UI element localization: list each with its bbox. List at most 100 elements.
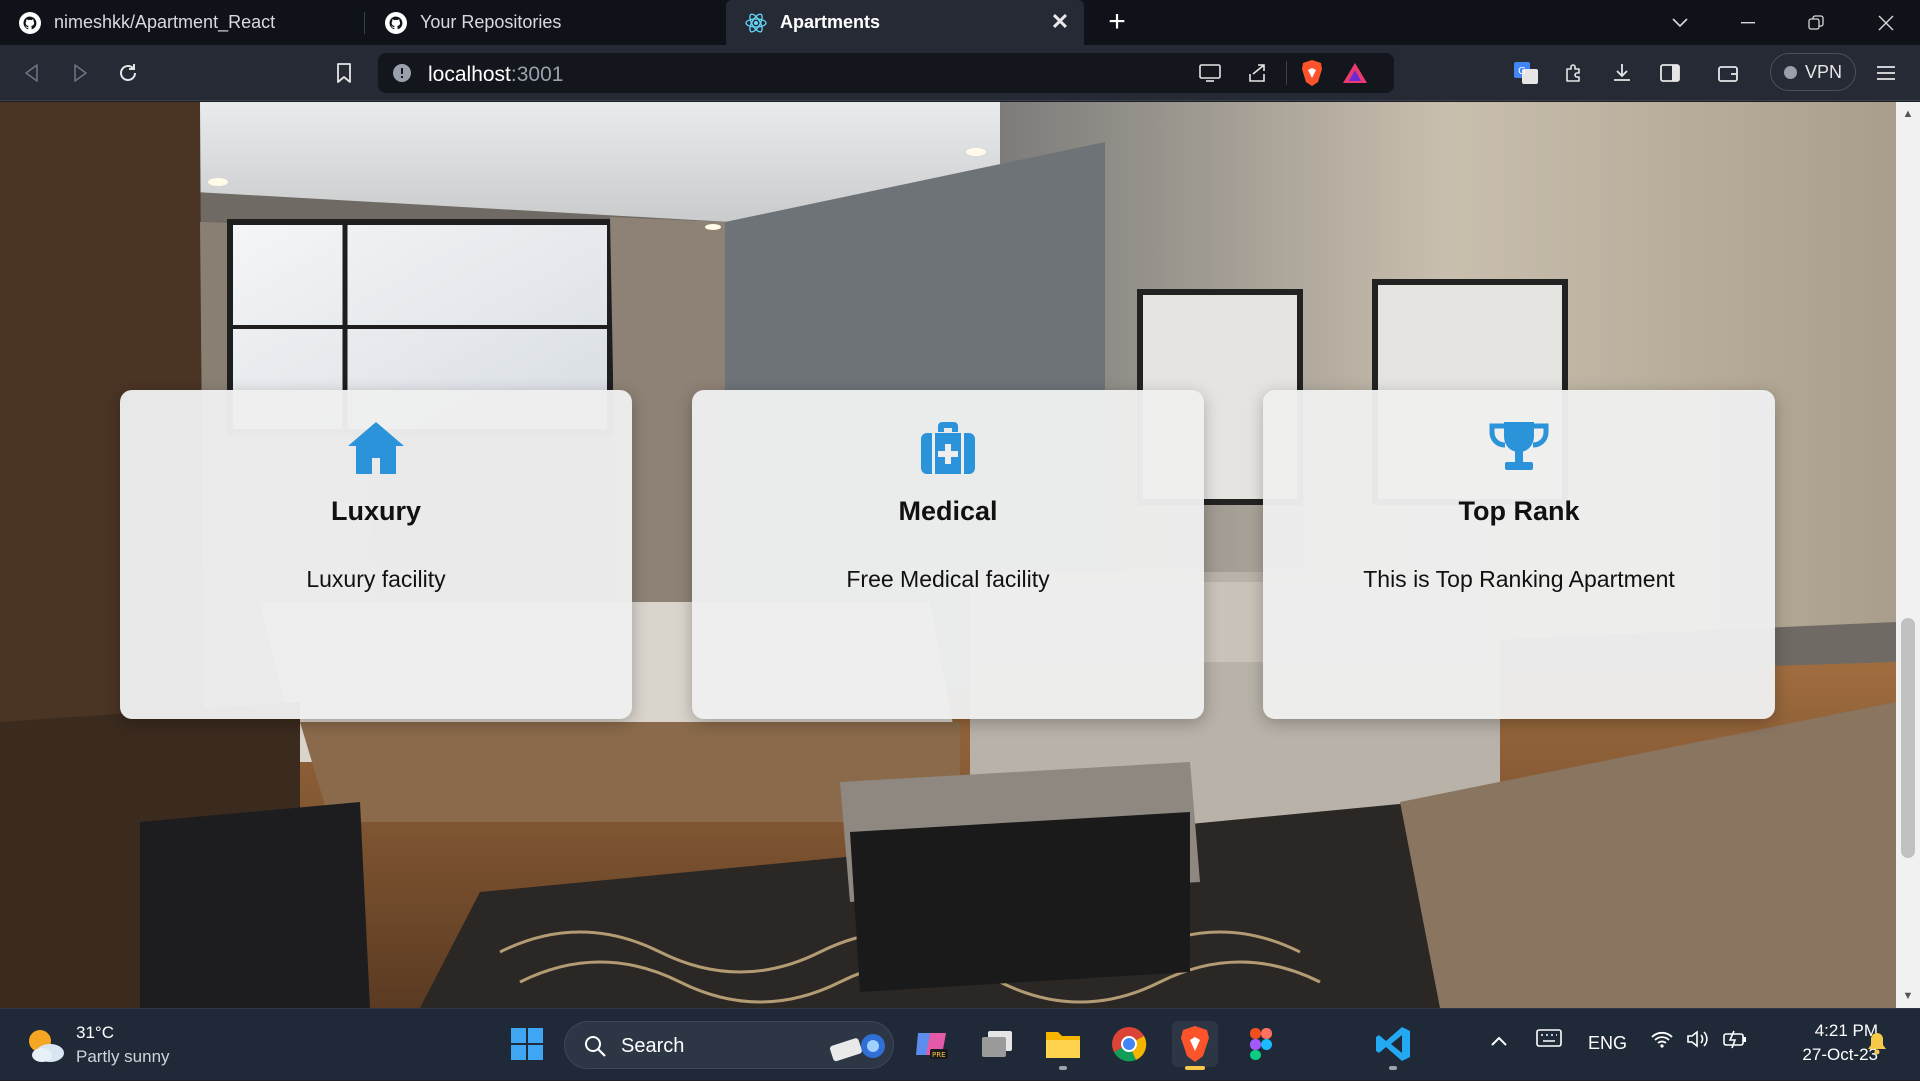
partly-sunny-icon [29,1030,64,1062]
vpn-button[interactable]: VPN [1770,53,1856,91]
vpn-label: VPN [1804,61,1842,82]
vpn-status-icon [1783,65,1797,79]
network-button[interactable] [1650,1029,1674,1054]
tab-title: Your Repositories [420,12,562,32]
reload-button[interactable] [110,55,146,91]
start-button[interactable] [504,1021,550,1067]
hamburger-menu-icon [1877,66,1895,80]
url-host: localhost [428,63,511,86]
brave-icon [1181,1026,1209,1062]
address-bar[interactable]: localhost:3001 [378,53,1394,93]
wallet-icon [1718,66,1738,82]
feature-card-luxury: Luxury Luxury facility [120,390,632,719]
bookmark-icon [337,63,351,83]
clock-date[interactable]: 27-Oct-23 [1770,1045,1878,1065]
keyboard-icon [1536,1029,1562,1047]
cast-icon[interactable] [1198,62,1222,84]
tab-strip: nimeshkk/Apartment_React Your Repositori… [0,0,1920,45]
extensions-button[interactable] [1556,55,1592,91]
url-port: :3001 [510,63,564,86]
taskbar-task-view[interactable] [974,1021,1020,1067]
taskbar-chrome[interactable] [1106,1021,1152,1067]
brave-shields-icon[interactable] [1300,59,1324,87]
bell-icon [1868,1033,1886,1055]
taskbar-file-explorer[interactable] [1040,1021,1086,1070]
address-bar-divider [1286,61,1287,85]
battery-button[interactable] [1722,1029,1748,1054]
page-viewport: Luxury Luxury facility Medical Free Medi… [0,102,1896,1008]
scroll-up-arrow-icon[interactable]: ▲ [1902,108,1914,120]
tab-search-button[interactable] [1650,0,1710,45]
back-button[interactable] [14,55,50,91]
folder-icon [1046,1032,1080,1058]
vscode-icon [1376,1027,1410,1061]
search-icon [585,1036,606,1057]
speaker-icon [1687,1030,1708,1048]
back-arrow-icon [25,64,38,82]
scroll-down-arrow-icon[interactable]: ▼ [1902,990,1914,1002]
taskbar-search[interactable]: Search [564,1021,894,1069]
tab-title: Apartments [780,12,881,32]
tab-separator [364,12,365,34]
browser-toolbar: localhost:3001 G VPN [0,45,1920,101]
battery-charging-icon [1723,1030,1746,1049]
card-text: This is Top Ranking Apartment [1363,566,1675,592]
share-icon[interactable] [1246,62,1268,84]
feature-card-top-rank: Top Rank This is Top Ranking Apartment [1263,390,1775,719]
minimize-button[interactable] [1718,0,1778,45]
touch-keyboard-button[interactable] [1536,1029,1562,1052]
chevron-down-icon [1672,17,1688,27]
home-icon [348,422,404,474]
notifications-button[interactable] [1866,1031,1888,1060]
search-label: Search [621,1035,685,1057]
brave-rewards-icon[interactable] [1342,62,1368,84]
clock-time[interactable]: 4:21 PM [1790,1021,1878,1041]
volume-button[interactable] [1686,1029,1710,1054]
react-icon [745,12,767,33]
windows-taskbar: 31°C Partly sunny Search PRE ENG 4:21 PM… [0,1008,1920,1080]
svg-text:PRE: PRE [932,1051,946,1059]
page-scrollbar[interactable]: ▲ ▼ [1896,102,1920,1008]
site-info-icon[interactable] [392,63,412,83]
chrome-icon [1112,1027,1147,1062]
card-text: Free Medical facility [846,566,1050,592]
new-tab-button[interactable]: + [1100,6,1134,40]
weather-temperature: 31°C [76,1023,114,1042]
trophy-icon [1489,422,1549,470]
forward-arrow-icon [74,64,87,82]
downloads-button[interactable] [1604,55,1640,91]
close-window-button[interactable] [1856,0,1916,45]
puzzle-icon [1566,64,1580,82]
close-icon [1878,15,1894,30]
sidebar-button[interactable] [1652,55,1688,91]
download-icon [1614,64,1630,81]
wallet-button[interactable] [1710,55,1746,91]
tab-apartments[interactable]: Apartments ✕ [726,0,1084,45]
card-title: Luxury [330,496,422,526]
restore-button[interactable] [1786,0,1846,45]
forward-button[interactable] [62,55,98,91]
taskbar-vscode[interactable] [1370,1021,1416,1070]
language-indicator[interactable]: ENG [1588,1033,1627,1054]
scrollbar-thumb[interactable] [1901,618,1915,858]
translate-button[interactable]: G [1508,55,1544,91]
svg-text:G: G [1518,66,1526,77]
tab-your-repositories[interactable]: Your Repositories [366,0,720,45]
card-title: Medical [898,496,998,526]
main-menu-button[interactable] [1868,55,1904,91]
weather-widget[interactable]: 31°C Partly sunny [0,1009,200,1081]
card-title: Top Rank [1458,496,1580,526]
taskbar-figma[interactable] [1238,1021,1284,1067]
taskbar-brave[interactable] [1172,1021,1218,1070]
wifi-icon [1651,1031,1673,1048]
search-highlight-icon [829,1034,885,1062]
tab-title: nimeshkk/Apartment_React [54,12,276,32]
taskbar-copilot[interactable]: PRE [908,1021,954,1067]
show-hidden-icons-button[interactable] [1490,1031,1508,1052]
close-tab-button[interactable]: ✕ [1048,10,1072,34]
running-indicator [1059,1066,1067,1070]
figma-icon [1250,1028,1272,1060]
github-icon [19,11,41,34]
bookmark-button[interactable] [326,55,362,91]
tab-github-apartment-react[interactable]: nimeshkk/Apartment_React [0,0,362,45]
